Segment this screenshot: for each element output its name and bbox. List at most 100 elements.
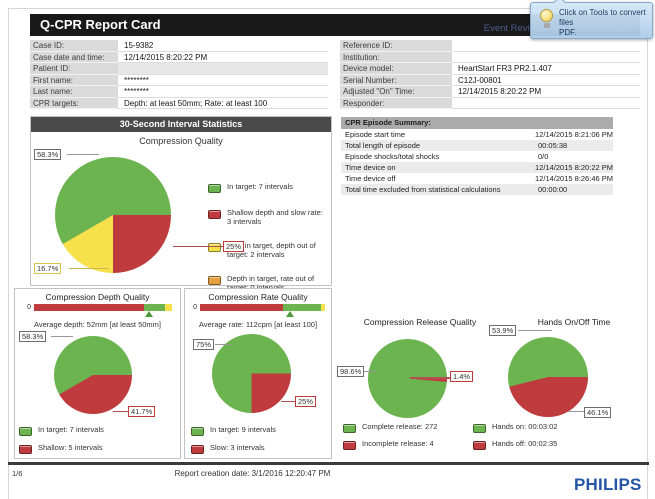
summary-value: 0/0 (538, 151, 613, 162)
summary-value: 12/14/2015 8:21:06 PM (535, 129, 613, 140)
legend-swatch-red (191, 445, 204, 454)
info-label: Last name: (30, 86, 118, 98)
pie-slice-label: 53.9% (489, 325, 516, 336)
info-label: Patient ID: (30, 63, 118, 75)
info-label: Serial Number: (340, 75, 452, 87)
legend-label: In target: 7 intervals (227, 183, 293, 192)
compression-quality-legend: In target: 7 intervals Shallow depth and… (208, 183, 328, 292)
case-info-right: Reference ID: Institution: Device model:… (340, 40, 640, 109)
info-value (452, 40, 640, 52)
legend-swatch-red (343, 441, 356, 450)
legend-item: Hands on: 00:03:02 (473, 423, 557, 433)
legend-item: Shallow: 5 intervals (19, 444, 104, 454)
gauge-track (200, 304, 325, 311)
info-row: First name:******** (30, 75, 328, 87)
info-label: Responder: (340, 98, 452, 110)
info-row: Device model:HeartStart FR3 PR2.1.407 (340, 63, 640, 75)
legend-label: In target: 9 intervals (210, 426, 276, 435)
convert-files-tooltip[interactable]: Click on Tools to convert files PDF. (530, 2, 653, 39)
average-depth-caption: Average depth: 52mm [at least 50mm] (15, 320, 180, 329)
legend-label: Complete release: 272 (362, 423, 437, 432)
info-value (452, 52, 640, 64)
label-connector (113, 411, 129, 412)
legend-label: In target: 7 intervals (38, 426, 104, 435)
rate-quality-title: Compression Rate Quality (185, 292, 331, 302)
lightbulb-base-icon (544, 23, 550, 28)
summary-value: 12/14/2015 8:20:22 PM (535, 162, 613, 173)
gauge-marker (145, 311, 153, 317)
label-connector (518, 330, 552, 331)
label-connector (69, 268, 109, 269)
legend-swatch-yellow (208, 243, 221, 252)
legend-label: Shallow: 5 intervals (38, 444, 103, 453)
summary-row: Total time excluded from statistical cal… (341, 184, 613, 195)
legend-item: In target: 7 intervals (19, 426, 104, 436)
depth-quality-legend: In target: 7 intervals Shallow: 5 interv… (19, 426, 104, 454)
tooltip-line2: PDF. (559, 28, 651, 38)
compression-quality-pie (55, 157, 171, 273)
legend-item: Complete release: 272 (343, 423, 437, 433)
info-label: Institution: (340, 52, 452, 64)
label-connector (173, 246, 223, 247)
info-label: Case date and time: (30, 52, 118, 64)
info-row: Responder: (340, 98, 640, 110)
pie-slice-label: 98.6% (337, 366, 364, 377)
summary-row: Total length of episode00:05:38 (341, 140, 613, 151)
info-value: 12/14/2015 8:20:22 PM (118, 52, 328, 64)
info-row: Case ID:15-9382 (30, 40, 328, 52)
rate-quality-panel: Compression Rate Quality 0 Average rate:… (184, 288, 332, 459)
info-label: Adjusted "On" Time: (340, 86, 452, 98)
footer-divider (8, 462, 649, 465)
legend-swatch-red (473, 441, 486, 450)
label-connector (67, 154, 99, 155)
info-value: HeartStart FR3 PR2.1.407 (452, 63, 640, 75)
info-label: Case ID: (30, 40, 118, 52)
pie-slice-label: 1.4% (450, 371, 473, 382)
summary-row: Episode start time12/14/2015 8:21:06 PM (341, 129, 613, 140)
pie-slice-label: 75% (193, 339, 214, 350)
info-value: ******** (118, 86, 328, 98)
legend-swatch-green (208, 184, 221, 193)
legend-label: Hands on: 00:03:02 (492, 423, 557, 432)
rate-quality-legend: In target: 9 intervals Slow: 3 intervals (191, 426, 276, 454)
rate-quality-pie (212, 334, 291, 413)
gauge-min-label: 0 (187, 304, 197, 312)
pie-slice-label: 58.3% (34, 149, 61, 160)
summary-value: 12/14/2015 8:26:46 PM (535, 173, 613, 184)
tooltip-text: Click on Tools to convert files PDF. (559, 8, 651, 38)
info-value: C12J-00801 (452, 75, 640, 87)
legend-item: In target: 9 intervals (191, 426, 276, 436)
philips-logo: PHILIPS (574, 475, 642, 495)
summary-row: Time device on12/14/2015 8:20:22 PM (341, 162, 613, 173)
summary-row: Time device off12/14/2015 8:26:46 PM (341, 173, 613, 184)
pie-slice-label: 41.7% (128, 406, 155, 417)
gauge-marker (286, 311, 294, 317)
gauge-min-label: 0 (21, 304, 31, 312)
episode-summary-header: CPR Episode Summary: (341, 117, 613, 129)
depth-quality-pie (54, 336, 132, 414)
release-quality-title: Compression Release Quality (345, 317, 495, 327)
legend-label: Incomplete release: 4 (362, 440, 434, 449)
summary-label: Total length of episode (341, 140, 538, 151)
info-row: CPR targets:Depth: at least 50mm; Rate: … (30, 98, 328, 110)
legend-item: Incomplete release: 4 (343, 440, 437, 450)
info-row: Last name:******** (30, 86, 328, 98)
pie-slice-label: 25% (223, 241, 244, 252)
legend-item: In target: 7 intervals (208, 183, 328, 193)
info-label: Device model: (340, 63, 452, 75)
legend-label: Shallow depth and slow rate: 3 intervals (227, 209, 328, 226)
info-value: 15-9382 (118, 40, 328, 52)
summary-value: 00:00:00 (538, 184, 613, 195)
legend-label: Slow: 3 intervals (210, 444, 265, 453)
summary-label: Total time excluded from statistical cal… (341, 184, 538, 195)
case-info-left: Case ID:15-9382 Case date and time:12/14… (30, 40, 328, 109)
report-creation-date: Report creation date: 3/1/2016 12:20:47 … (160, 469, 345, 478)
info-row: Adjusted "On" Time:12/14/2015 8:20:22 PM (340, 86, 640, 98)
pie-slice-label: 25% (295, 396, 316, 407)
summary-row: Episode shocks/total shocks0/0 (341, 151, 613, 162)
pie-slice-label: 58.3% (19, 331, 46, 342)
hands-time-title: Hands On/Off Time (500, 317, 648, 327)
info-row: Reference ID: (340, 40, 640, 52)
interval-statistics-header: 30-Second Interval Statistics (31, 117, 331, 132)
info-value (118, 63, 328, 75)
